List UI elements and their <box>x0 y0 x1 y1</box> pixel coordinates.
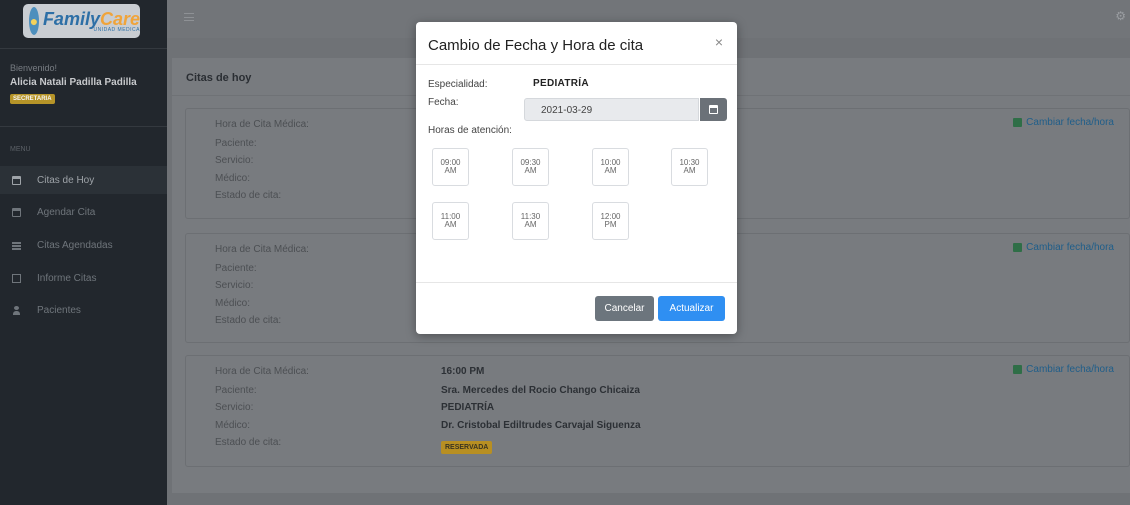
slot-period: AM <box>683 166 696 175</box>
slot-period: PM <box>604 220 617 229</box>
time-slot[interactable]: 10:00 AM <box>592 148 629 186</box>
change-link-label: Cambiar fecha/hora <box>1026 242 1114 253</box>
change-link-label: Cambiar fecha/hora <box>1026 117 1114 128</box>
brand-logo[interactable]: ● FamilyCare UNIDAD MEDICA <box>23 4 140 38</box>
modal-title: Cambio de Fecha y Hora de cita <box>428 37 644 54</box>
user-icon <box>12 305 21 315</box>
label-estado: Estado de cita: <box>215 437 282 448</box>
label-servicio: Servicio: <box>215 155 254 166</box>
time-slot[interactable]: 12:00 PM <box>592 202 629 240</box>
cancel-button[interactable]: Cancelar <box>595 296 654 321</box>
edit-calendar-icon <box>1013 365 1023 374</box>
appointment-time: 16:00 PM <box>441 366 485 377</box>
label-medico: Médico: <box>215 173 251 184</box>
calendar-plus-icon <box>12 207 21 217</box>
appointment-service: PEDIATRÍA <box>441 402 495 413</box>
slot-period: AM <box>604 166 617 175</box>
menu-label: MENU <box>10 146 31 153</box>
change-link-label: Cambiar fecha/hora <box>1026 364 1114 375</box>
slot-period: AM <box>524 166 537 175</box>
label-servicio: Servicio: <box>215 402 254 413</box>
edit-calendar-icon <box>1013 243 1023 252</box>
hamburger-icon[interactable] <box>184 13 194 21</box>
label-medico: Médico: <box>215 420 251 431</box>
update-button[interactable]: Actualizar <box>658 296 725 321</box>
role-badge: SECRETARIA <box>10 94 55 104</box>
time-slot[interactable]: 09:30 AM <box>512 148 549 186</box>
sidebar-item-label: Citas Agendadas <box>37 239 113 251</box>
appointment-doctor: Dr. Cristobal Ediltrudes Carvajal Siguen… <box>441 420 641 431</box>
status-badge: RESERVADA <box>441 441 493 454</box>
sidebar-item-label: Informe Citas <box>37 272 97 284</box>
sidebar: ● FamilyCare UNIDAD MEDICA Bienvenido! A… <box>0 0 167 505</box>
logo-name-a: Family <box>42 8 100 29</box>
time-slot[interactable]: 10:30 AM <box>671 148 708 186</box>
edit-calendar-icon <box>1013 118 1023 127</box>
slot-period: AM <box>524 220 537 229</box>
label-estado: Estado de cita: <box>215 190 282 201</box>
divider <box>0 126 167 127</box>
sidebar-item-citas-agendadas[interactable]: Citas Agendadas <box>0 231 167 259</box>
sidebar-item-label: Citas de Hoy <box>37 174 95 186</box>
change-datetime-link[interactable]: Cambiar fecha/hora <box>1013 364 1114 375</box>
fecha-label: Fecha: <box>428 97 459 108</box>
label-hora: Hora de Cita Médica: <box>215 119 309 130</box>
file-icon <box>12 273 21 283</box>
appointment-card: Hora de Cita Médica: 16:00 PM Paciente: … <box>185 355 1130 467</box>
label-paciente: Paciente: <box>215 385 257 396</box>
logo-name-b: Care <box>99 8 140 29</box>
especialidad-value: PEDIATRÍA <box>533 78 589 89</box>
especialidad-label: Especialidad: <box>428 79 488 90</box>
label-servicio: Servicio: <box>215 280 254 291</box>
change-datetime-link[interactable]: Cambiar fecha/hora <box>1013 242 1114 253</box>
appointment-patient: Sra. Mercedes del Rocio Chango Chicaiza <box>441 385 640 396</box>
time-slot[interactable]: 11:30 AM <box>512 202 549 240</box>
close-icon[interactable]: × <box>715 34 723 50</box>
sidebar-item-citas-de-hoy[interactable]: Citas de Hoy <box>0 166 167 194</box>
sidebar-item-label: Pacientes <box>37 304 81 316</box>
divider <box>0 48 167 49</box>
label-paciente: Paciente: <box>215 263 257 274</box>
calendar-icon <box>12 175 21 185</box>
change-appointment-modal: Cambio de Fecha y Hora de cita × Especia… <box>416 22 737 334</box>
label-hora: Hora de Cita Médica: <box>215 366 309 377</box>
sidebar-item-agendar-cita[interactable]: Agendar Cita <box>0 198 167 226</box>
calendar-button[interactable] <box>700 98 727 121</box>
label-paciente: Paciente: <box>215 138 257 149</box>
welcome-text: Bienvenido! <box>10 63 58 73</box>
sidebar-item-informe-citas[interactable]: Informe Citas <box>0 264 167 292</box>
user-name: Alicia Natali Padilla Padilla <box>10 77 137 88</box>
label-medico: Médico: <box>215 298 251 309</box>
time-slot[interactable]: 11:00 AM <box>432 202 469 240</box>
horas-label: Horas de atención: <box>428 125 512 136</box>
table-icon <box>12 240 21 250</box>
divider <box>416 64 737 65</box>
sidebar-item-label: Agendar Cita <box>37 206 96 218</box>
family-logo-icon: ● <box>29 7 39 35</box>
label-hora: Hora de Cita Médica: <box>215 244 309 255</box>
slot-period: AM <box>444 166 457 175</box>
date-field[interactable]: 2021-03-29 <box>524 98 699 121</box>
change-datetime-link[interactable]: Cambiar fecha/hora <box>1013 117 1114 128</box>
divider <box>416 282 737 283</box>
gear-icon[interactable]: ⚙ <box>1115 9 1126 23</box>
calendar-icon <box>709 105 718 114</box>
slot-period: AM <box>444 220 457 229</box>
sidebar-item-pacientes[interactable]: Pacientes <box>0 296 167 324</box>
label-estado: Estado de cita: <box>215 315 282 326</box>
time-slot[interactable]: 09:00 AM <box>432 148 469 186</box>
